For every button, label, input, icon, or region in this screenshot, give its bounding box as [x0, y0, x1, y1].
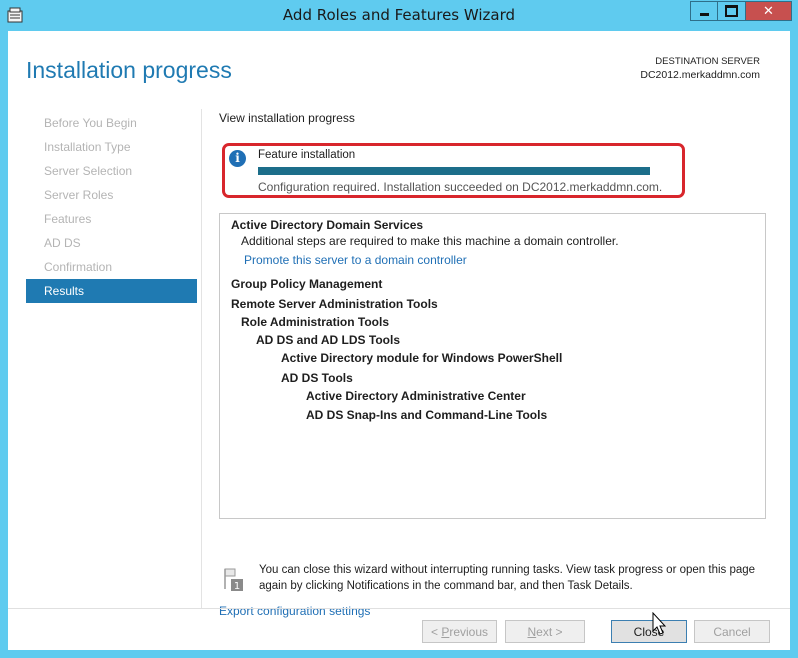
result-item: AD DS and AD LDS Tools	[256, 333, 400, 347]
next-button[interactable]: Next >	[505, 620, 585, 643]
installation-progress-box: i Feature installation Configuration req…	[222, 143, 685, 198]
export-configuration-link[interactable]: Export configuration settings	[219, 604, 370, 618]
nav-item-before-you-begin[interactable]: Before You Begin	[26, 111, 197, 135]
result-item: Group Policy Management	[231, 277, 383, 291]
section-heading: View installation progress	[219, 111, 355, 125]
result-item: Active Directory Administrative Center	[306, 389, 526, 403]
result-item: Active Directory Domain Services	[231, 218, 424, 232]
result-item: AD DS Snap-Ins and Command-Line Tools	[306, 408, 548, 422]
nav-item-confirmation[interactable]: Confirmation	[26, 255, 197, 279]
destination-server-label: DESTINATION SERVER	[655, 56, 760, 67]
previous-accel: P	[441, 624, 450, 639]
close-icon: ✕	[763, 3, 774, 19]
nav-item-features[interactable]: Features	[26, 207, 197, 231]
minimize-button[interactable]	[690, 1, 718, 21]
result-item: Role Administration Tools	[241, 315, 390, 329]
maximize-button[interactable]	[718, 1, 746, 21]
wizard-steps-nav: Before You Begin Installation Type Server …	[26, 111, 197, 303]
result-item: Active Directory module for Windows Powe…	[281, 351, 563, 365]
result-item: Additional steps are required to make th…	[241, 234, 619, 248]
cancel-button[interactable]: Cancel	[694, 620, 770, 643]
wizard-client-area: Installation progress DESTINATION SERVER…	[8, 31, 790, 650]
nav-item-installation-type[interactable]: Installation Type	[26, 135, 197, 159]
result-item: AD DS Tools	[281, 371, 353, 385]
next-rest: ext >	[536, 624, 563, 639]
info-icon: i	[229, 150, 246, 167]
title-bar[interactable]: Add Roles and Features Wizard ✕	[0, 0, 798, 31]
minimize-icon	[699, 13, 709, 16]
previous-prefix: <	[430, 624, 442, 639]
previous-button[interactable]: < Previous	[422, 620, 497, 643]
window-close-button[interactable]: ✕	[746, 1, 792, 21]
notification-flag-icon: 1	[224, 568, 243, 591]
progress-label: Feature installation	[258, 149, 356, 161]
progress-bar	[258, 167, 650, 175]
installation-status: Configuration required. Installation suc…	[258, 180, 663, 194]
destination-server-name: DC2012.merkaddmn.com	[640, 69, 760, 81]
notification-count: 1	[234, 581, 240, 591]
footer-divider	[8, 608, 790, 609]
notice-text: You can close this wizard without interr…	[259, 564, 756, 592]
promote-domain-controller-link[interactable]: Promote this server to a domain controll…	[244, 253, 467, 267]
nav-item-ad-ds[interactable]: AD DS	[26, 231, 197, 255]
nav-item-server-selection[interactable]: Server Selection	[26, 159, 197, 183]
mouse-cursor-icon	[652, 612, 667, 635]
nav-item-results[interactable]: Results	[26, 279, 197, 303]
page-title: Installation progress	[26, 57, 232, 83]
close-button[interactable]: Close	[611, 620, 687, 643]
nav-divider	[201, 109, 202, 609]
window-title: Add Roles and Features Wizard	[282, 6, 516, 24]
installation-results-list[interactable]: Active Directory Domain Services Addition…	[219, 213, 766, 519]
next-accel: N	[527, 624, 537, 639]
nav-item-server-roles[interactable]: Server Roles	[26, 183, 197, 207]
result-item: Remote Server Administration Tools	[231, 297, 438, 311]
previous-rest: revious	[449, 624, 489, 639]
progress-bar-fill	[258, 167, 650, 175]
maximize-icon	[725, 5, 738, 17]
